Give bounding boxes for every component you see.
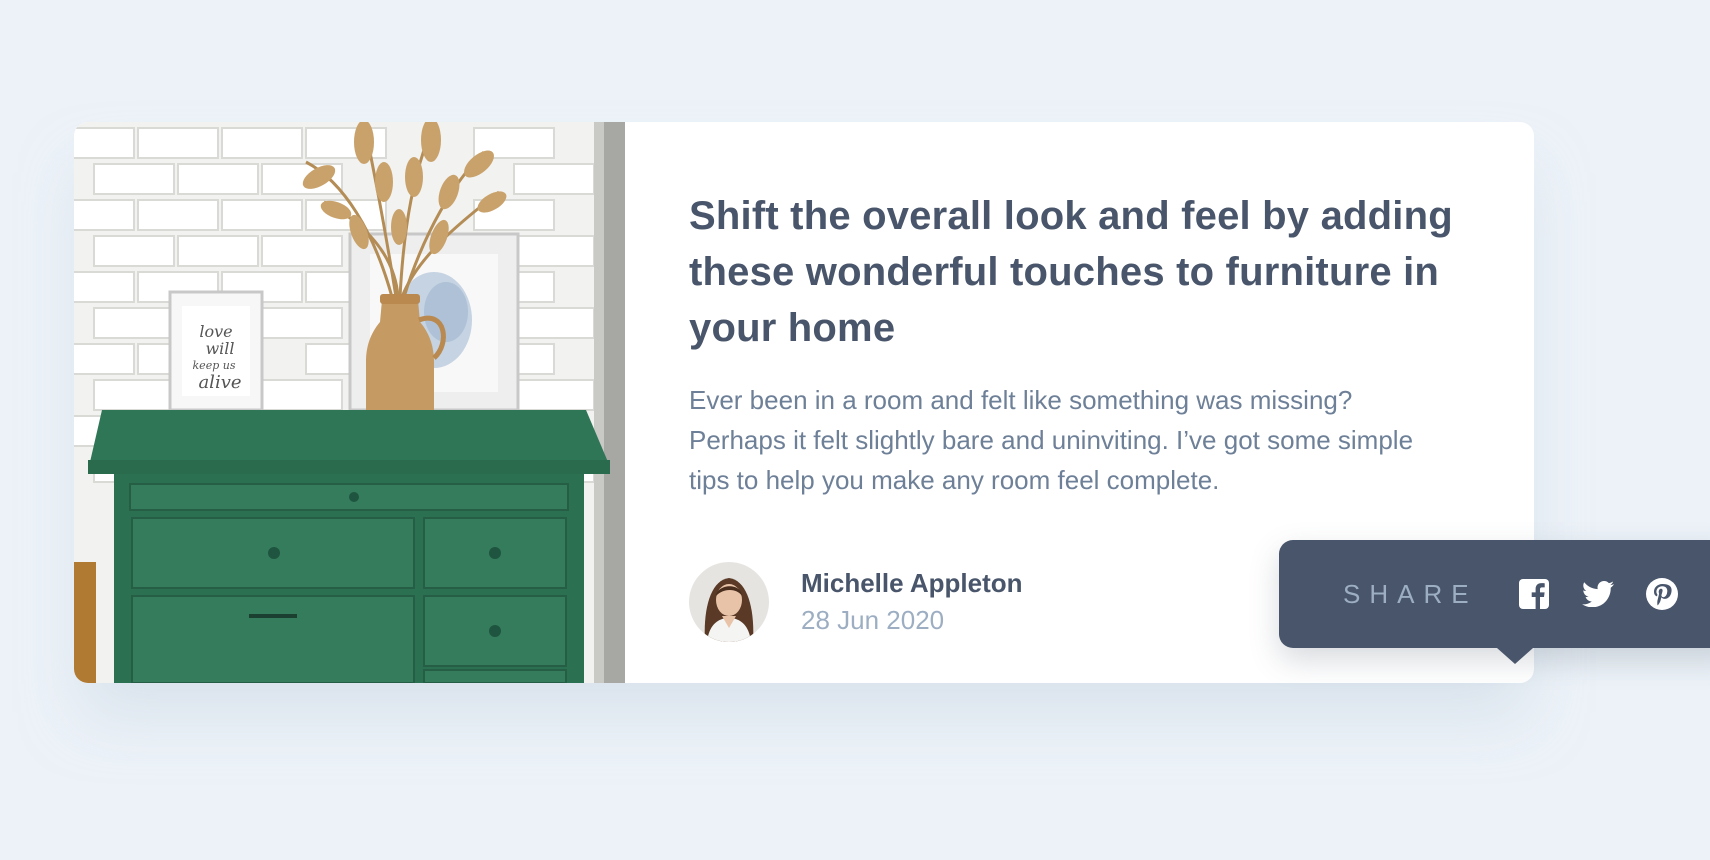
article-card: love will keep us alive Shift the overal… [74, 122, 1710, 683]
svg-text:keep us: keep us [193, 359, 236, 372]
share-label: SHARE [1343, 578, 1478, 609]
article-excerpt: Ever been in a room and felt like someth… [689, 385, 1414, 495]
article-title: Shift the overall look and feel by addin… [689, 194, 1453, 350]
author-name: Michelle Appleton [801, 568, 1023, 598]
publish-date: 28 Jun 2020 [801, 605, 945, 635]
author-avatar [689, 562, 769, 642]
share-popover: SHARE [1279, 540, 1710, 664]
svg-text:alive: alive [198, 372, 241, 393]
article-image: love will keep us alive [74, 122, 625, 683]
author-block: Michelle Appleton 28 Jun 2020 [689, 562, 1023, 642]
svg-text:will: will [205, 339, 234, 358]
author-meta: Michelle Appleton 28 Jun 2020 [801, 565, 1023, 639]
facebook-icon[interactable] [1518, 578, 1550, 610]
twitter-icon[interactable] [1581, 578, 1614, 610]
pinterest-icon[interactable] [1645, 578, 1678, 610]
page: love will keep us alive Shift the overal… [0, 0, 1710, 860]
